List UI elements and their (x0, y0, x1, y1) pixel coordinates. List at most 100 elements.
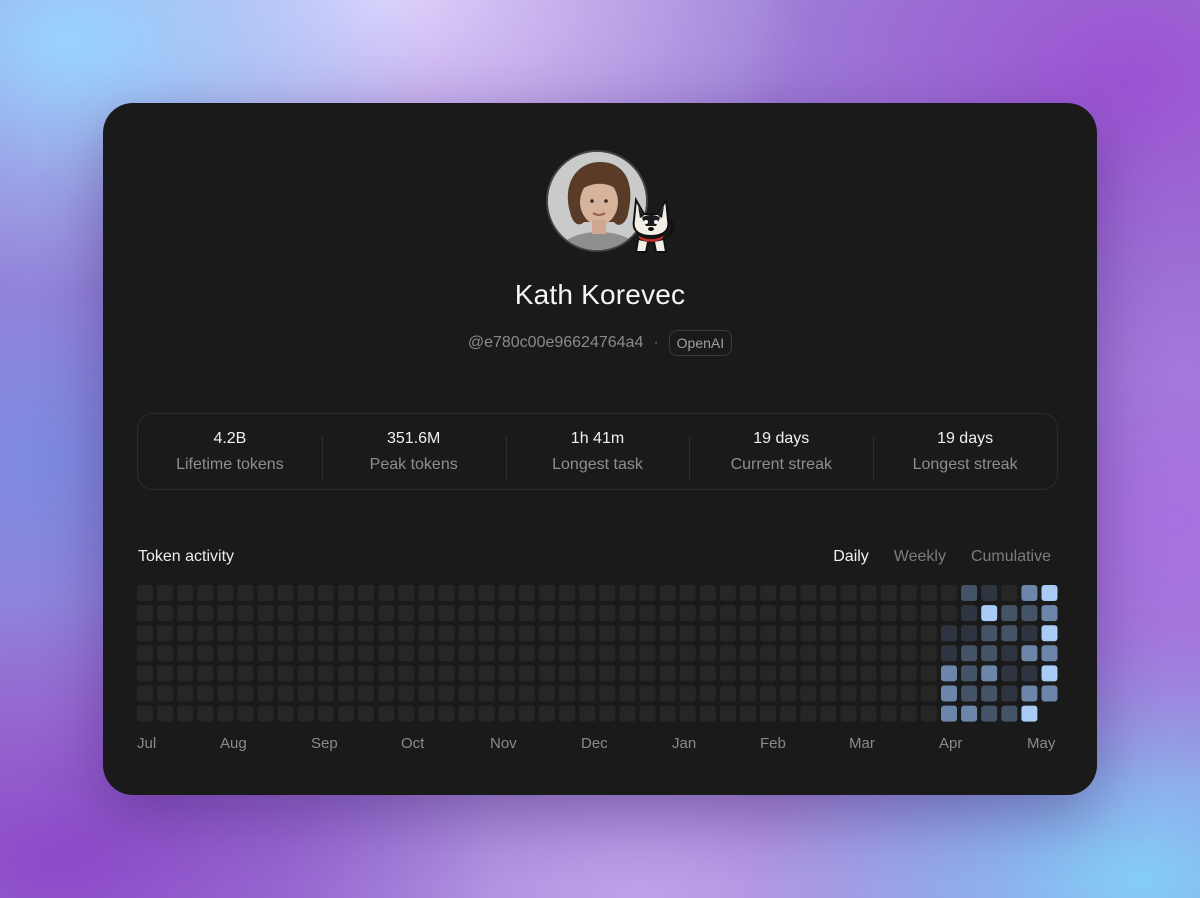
heatmap-cell[interactable] (237, 705, 254, 722)
heatmap-cell[interactable] (338, 665, 354, 682)
heatmap-cell[interactable] (418, 585, 435, 601)
heatmap-cell[interactable] (177, 645, 194, 662)
heatmap-cell[interactable] (478, 625, 495, 642)
heatmap-cell[interactable] (418, 665, 435, 682)
heatmap-cell[interactable] (941, 705, 957, 722)
heatmap-cell[interactable] (679, 605, 696, 622)
heatmap-cell[interactable] (157, 645, 174, 662)
heatmap-cell[interactable] (1021, 705, 1038, 722)
heatmap-cell[interactable] (860, 605, 877, 622)
heatmap-cell[interactable] (1021, 645, 1038, 662)
heatmap-cell[interactable] (157, 685, 174, 702)
heatmap-cell[interactable] (820, 665, 837, 682)
heatmap-cell[interactable] (277, 685, 294, 702)
heatmap-cell[interactable] (699, 605, 716, 622)
heatmap-cell[interactable] (418, 685, 435, 702)
heatmap-cell[interactable] (840, 685, 857, 702)
heatmap-cell[interactable] (378, 685, 395, 702)
heatmap-cell[interactable] (277, 605, 294, 622)
heatmap-cell[interactable] (177, 605, 194, 622)
heatmap-cell[interactable] (518, 705, 535, 722)
heatmap-cell[interactable] (197, 645, 214, 662)
heatmap-cell[interactable] (478, 605, 495, 622)
heatmap-cell[interactable] (740, 665, 756, 682)
heatmap-cell[interactable] (941, 585, 957, 601)
heatmap-cell[interactable] (719, 685, 736, 702)
heatmap-cell[interactable] (579, 645, 596, 662)
heatmap-cell[interactable] (398, 645, 415, 662)
heatmap-cell[interactable] (639, 685, 656, 702)
heatmap-cell[interactable] (599, 585, 616, 601)
heatmap-cell[interactable] (317, 585, 334, 601)
heatmap-cell[interactable] (1041, 605, 1058, 622)
heatmap-cell[interactable] (639, 705, 656, 722)
heatmap-cell[interactable] (981, 685, 998, 702)
heatmap-cell[interactable] (398, 625, 415, 642)
heatmap-cell[interactable] (518, 645, 535, 662)
heatmap-cell[interactable] (679, 585, 696, 601)
heatmap-cell[interactable] (800, 605, 817, 622)
heatmap-cell[interactable] (579, 705, 596, 722)
heatmap-cell[interactable] (338, 585, 354, 601)
heatmap-cell[interactable] (840, 585, 857, 601)
heatmap-cell[interactable] (157, 625, 174, 642)
heatmap-cell[interactable] (1021, 665, 1038, 682)
heatmap-cell[interactable] (237, 645, 254, 662)
heatmap-cell[interactable] (719, 625, 736, 642)
heatmap-cell[interactable] (338, 625, 354, 642)
heatmap-cell[interactable] (498, 665, 515, 682)
heatmap-cell[interactable] (579, 625, 596, 642)
heatmap-cell[interactable] (780, 605, 797, 622)
heatmap-cell[interactable] (800, 665, 817, 682)
heatmap-cell[interactable] (297, 605, 314, 622)
heatmap-cell[interactable] (498, 585, 515, 601)
heatmap-cell[interactable] (659, 625, 676, 642)
heatmap-cell[interactable] (177, 665, 194, 682)
heatmap-cell[interactable] (257, 705, 274, 722)
heatmap-cell[interactable] (297, 585, 314, 601)
heatmap-cell[interactable] (981, 645, 998, 662)
heatmap-cell[interactable] (820, 705, 837, 722)
heatmap-cell[interactable] (438, 645, 455, 662)
heatmap-cell[interactable] (860, 645, 877, 662)
heatmap-cell[interactable] (398, 585, 415, 601)
heatmap-cell[interactable] (880, 685, 897, 702)
heatmap-cell[interactable] (378, 625, 395, 642)
heatmap-cell[interactable] (619, 685, 636, 702)
heatmap-cell[interactable] (137, 585, 153, 601)
heatmap-cell[interactable] (760, 625, 777, 642)
heatmap-cell[interactable] (920, 605, 937, 622)
heatmap-cell[interactable] (780, 705, 797, 722)
heatmap-cell[interactable] (860, 705, 877, 722)
heatmap-cell[interactable] (840, 705, 857, 722)
heatmap-cell[interactable] (639, 645, 656, 662)
heatmap-cell[interactable] (860, 685, 877, 702)
heatmap-cell[interactable] (699, 685, 716, 702)
heatmap-cell[interactable] (981, 625, 998, 642)
view-tab-daily[interactable]: Daily (833, 548, 869, 566)
heatmap-cell[interactable] (137, 705, 153, 722)
heatmap-cell[interactable] (1001, 625, 1018, 642)
heatmap-cell[interactable] (257, 665, 274, 682)
heatmap-cell[interactable] (840, 605, 857, 622)
heatmap-cell[interactable] (639, 665, 656, 682)
heatmap-cell[interactable] (398, 605, 415, 622)
heatmap-cell[interactable] (539, 645, 555, 662)
heatmap-cell[interactable] (740, 605, 756, 622)
heatmap-cell[interactable] (900, 645, 917, 662)
heatmap-cell[interactable] (1041, 665, 1058, 682)
heatmap-cell[interactable] (981, 585, 998, 601)
heatmap-cell[interactable] (760, 665, 777, 682)
heatmap-cell[interactable] (961, 665, 978, 682)
heatmap-cell[interactable] (418, 625, 435, 642)
heatmap-cell[interactable] (1041, 625, 1058, 642)
heatmap-cell[interactable] (217, 585, 234, 601)
heatmap-cell[interactable] (478, 645, 495, 662)
heatmap-cell[interactable] (217, 625, 234, 642)
view-tab-cumulative[interactable]: Cumulative (971, 548, 1051, 566)
heatmap-cell[interactable] (900, 665, 917, 682)
heatmap-cell[interactable] (699, 665, 716, 682)
heatmap-cell[interactable] (800, 585, 817, 601)
heatmap-cell[interactable] (559, 685, 576, 702)
heatmap-cell[interactable] (177, 585, 194, 601)
